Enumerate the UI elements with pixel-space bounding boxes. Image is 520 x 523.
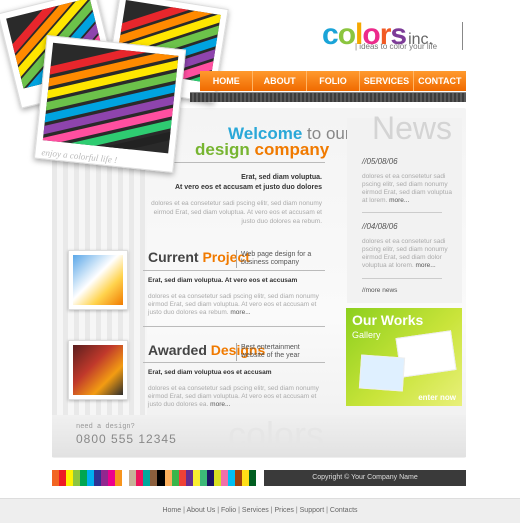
footer-link-about-us[interactable]: About Us (186, 507, 215, 514)
awarded-designs-subtitle: Best entertainment website of the year (241, 344, 300, 359)
awarded-design-thumbnail[interactable] (68, 340, 128, 400)
news-heading: News (372, 110, 453, 146)
color-swatch (248, 470, 256, 486)
color-swatch (122, 470, 130, 486)
awarded-body: dolores et ea consetetur sadi pscing eli… (148, 385, 319, 408)
news-text: dolores et ea consetetur sadi pscing eli… (362, 238, 454, 270)
color-swatch (171, 470, 179, 486)
footer-link-services[interactable]: Services (242, 507, 269, 514)
awarded-designs-more-link[interactable]: more... (210, 401, 230, 408)
awarded-designs-text: dolores et ea consetetur sadi pscing eli… (148, 385, 326, 409)
color-swatches (52, 470, 256, 486)
current-project-thumbnail[interactable] (68, 250, 128, 310)
footer-link-prices[interactable]: Prices (274, 507, 293, 514)
divider (143, 326, 325, 327)
divider (143, 270, 325, 271)
news-text: dolores et ea consetetur sadi pscing eli… (362, 173, 454, 205)
color-swatch (157, 470, 165, 486)
news-divider (362, 212, 442, 213)
heading-divider (236, 250, 237, 268)
color-swatch (234, 470, 242, 486)
current-project-lead: Erat, sed diam voluptua. At vero eos et … (148, 277, 298, 284)
color-swatch (213, 470, 221, 486)
copyright: Copyright © Your Company Name (264, 470, 466, 486)
heading-divider (236, 343, 237, 361)
our-works-banner[interactable]: Our Works Gallery enter now (346, 308, 462, 406)
current-project-more-link[interactable]: more... (230, 309, 250, 316)
nav-services[interactable]: SERVICES (359, 71, 412, 91)
current-project-subtitle: Web page design for a business company (241, 251, 312, 266)
logo-divider (462, 22, 463, 50)
footer-link-home[interactable]: Home (162, 507, 181, 514)
footer-links: Home | About Us | Folio | Services | Pri… (0, 498, 520, 523)
watermark-logo: colors (228, 414, 325, 455)
project-screenshot (73, 255, 123, 305)
gallery-mockup (395, 330, 457, 378)
color-swatch (164, 470, 172, 486)
nav-home[interactable]: HOME (200, 71, 252, 91)
logo-tagline: | ideas to color your life (355, 42, 438, 51)
decorative-rail (190, 92, 466, 102)
intro-text: dolores et ea consetetur sadi pscing eli… (151, 200, 322, 225)
news-more-link[interactable]: more... (415, 262, 435, 269)
color-swatch (59, 470, 67, 486)
color-swatch (178, 470, 186, 486)
news-divider (362, 278, 442, 279)
more-news-link[interactable]: //more news (362, 287, 397, 294)
color-swatch (80, 470, 88, 486)
color-swatch (150, 470, 158, 486)
design-screenshot (73, 345, 123, 395)
color-swatch (52, 470, 60, 486)
our-works-title: Our Works (352, 312, 424, 328)
intro-lead: Erat, sed diam voluptua. At vero eos et … (160, 173, 322, 193)
news-more-link[interactable]: more... (389, 197, 409, 204)
current-project-heading: Current Project (148, 249, 250, 265)
color-swatch (87, 470, 95, 486)
footer-link-support[interactable]: Support (300, 507, 325, 514)
color-swatch (101, 470, 109, 486)
our-works-subtitle: Gallery (352, 330, 381, 340)
pencils-image (42, 42, 179, 154)
color-swatch (94, 470, 102, 486)
welcome-heading-line2: design company (195, 140, 330, 159)
color-swatch (206, 470, 214, 486)
contact-prompt: need a design? (76, 423, 135, 431)
pencils-photo-3: enjoy a colorful life ! (33, 35, 187, 173)
news-date: //04/08/06 (362, 222, 398, 231)
color-swatch (66, 470, 74, 486)
logo-letter: c (322, 18, 339, 51)
main-nav: HOME ABOUT FOLIO SERVICES CONTACT (200, 71, 466, 91)
divider (143, 362, 325, 363)
color-swatch (115, 470, 123, 486)
color-swatch (129, 470, 137, 486)
color-swatch (73, 470, 81, 486)
color-swatch (192, 470, 200, 486)
intro-lead-line: At vero eos et accusam et justo duo dolo… (174, 184, 322, 191)
nav-folio[interactable]: FOLIO (305, 71, 359, 91)
footer-link-contacts[interactable]: Contacts (330, 507, 358, 514)
divider (165, 162, 325, 163)
color-swatch (220, 470, 228, 486)
nav-about[interactable]: ABOUT (252, 71, 305, 91)
color-swatch (227, 470, 235, 486)
color-swatch (241, 470, 249, 486)
intro-lead-line: Erat, sed diam voluptua. (241, 174, 322, 181)
phone-number: 0800 555 12345 (76, 432, 177, 446)
footer-link-folio[interactable]: Folio (221, 507, 236, 514)
current-project-text: dolores et ea consetetur sadi pscing eli… (148, 293, 326, 317)
color-swatch (143, 470, 151, 486)
gallery-mockup (358, 354, 406, 392)
color-swatch (185, 470, 193, 486)
color-swatch (136, 470, 144, 486)
nav-contact[interactable]: CONTACT (412, 71, 466, 91)
logo-letter: o (337, 18, 356, 51)
news-date: //05/08/06 (362, 157, 398, 166)
enter-now-link[interactable]: enter now (418, 393, 456, 402)
color-swatch (199, 470, 207, 486)
color-swatch (108, 470, 116, 486)
awarded-designs-lead: Erat, sed diam voluptua eos et accusam (148, 369, 272, 376)
